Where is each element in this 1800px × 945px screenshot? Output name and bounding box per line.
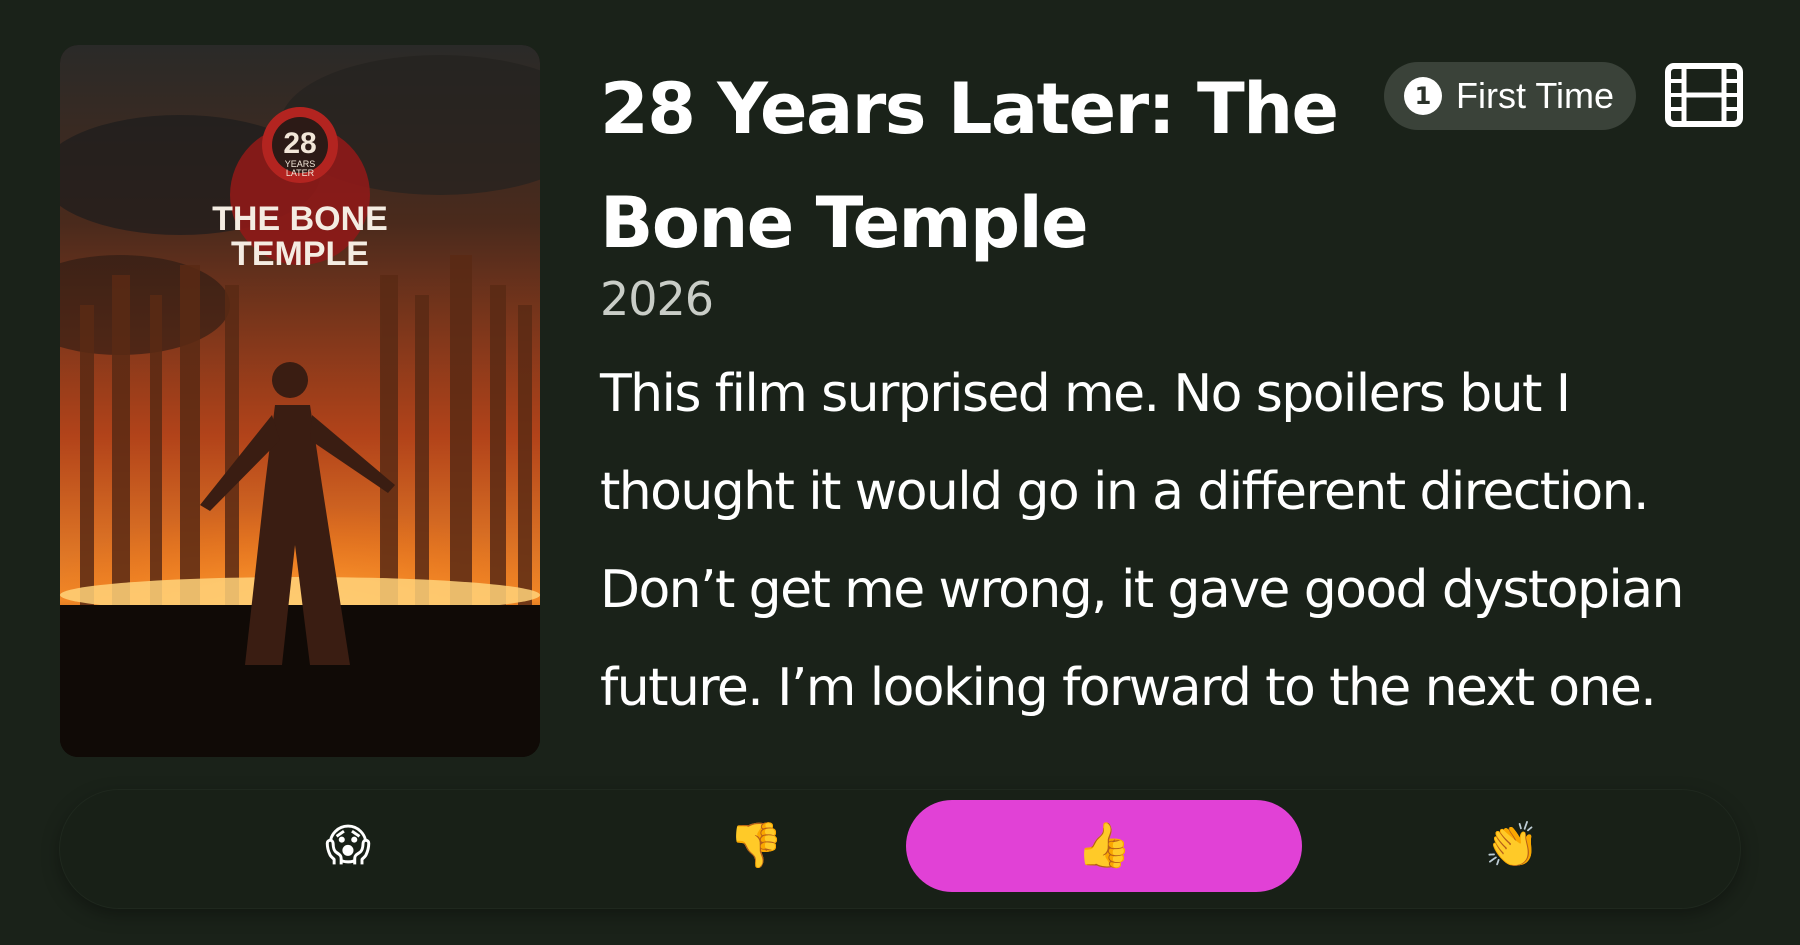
review-line-2: thought it would go in a different direc…	[600, 462, 1650, 522]
movie-year: 2026	[600, 272, 714, 326]
movie-title-line-2: Bone Temple	[600, 182, 1089, 264]
watch-count-number: 1	[1404, 77, 1442, 115]
thumbs-up-emoji-icon: 👍	[1076, 820, 1132, 871]
review-card: 28 YEARS LATER THE BONE TEMPLE 28 Years …	[0, 0, 1800, 945]
clap-emoji-icon: 👏	[1484, 820, 1540, 871]
movie-poster[interactable]: 28 YEARS LATER THE BONE TEMPLE	[60, 45, 540, 757]
reaction-bar: 😱 👎 👍 👏	[60, 790, 1740, 908]
poster-logo-number: 28	[283, 127, 316, 160]
reaction-scream-button[interactable]: 😱	[150, 800, 546, 892]
scream-emoji-icon: 😱	[325, 820, 371, 871]
badge-label: First Time	[1456, 75, 1614, 116]
poster-logo-small-2: LATER	[286, 168, 315, 178]
movie-title-line-1: 28 Years Later: The	[600, 68, 1339, 150]
review-line-3: Don’t get me wrong, it gave good dystopi…	[600, 560, 1684, 620]
reaction-clap-button[interactable]: 👏	[1314, 800, 1710, 892]
review-line-1: This film surprised me. No spoilers but …	[600, 364, 1571, 424]
movie-title: 28 Years Later: The Bone Temple	[600, 52, 1340, 280]
poster-logo-line-2: TEMPLE	[231, 235, 369, 273]
review-text: This film surprised me. No spoilers but …	[600, 345, 1700, 737]
poster-logo-line-1: THE BONE	[212, 200, 388, 238]
first-time-badge[interactable]: 1 First Time	[1384, 62, 1636, 130]
film-strip-icon[interactable]	[1664, 62, 1744, 128]
reaction-thumbs-down-button[interactable]: 👎	[558, 800, 954, 892]
review-line-4: future. I’m looking forward to the next …	[600, 658, 1657, 718]
thumbs-down-emoji-icon: 👎	[728, 820, 784, 871]
reaction-thumbs-up-button[interactable]: 👍	[906, 800, 1302, 892]
poster-image: 28 YEARS LATER THE BONE TEMPLE	[60, 45, 540, 757]
